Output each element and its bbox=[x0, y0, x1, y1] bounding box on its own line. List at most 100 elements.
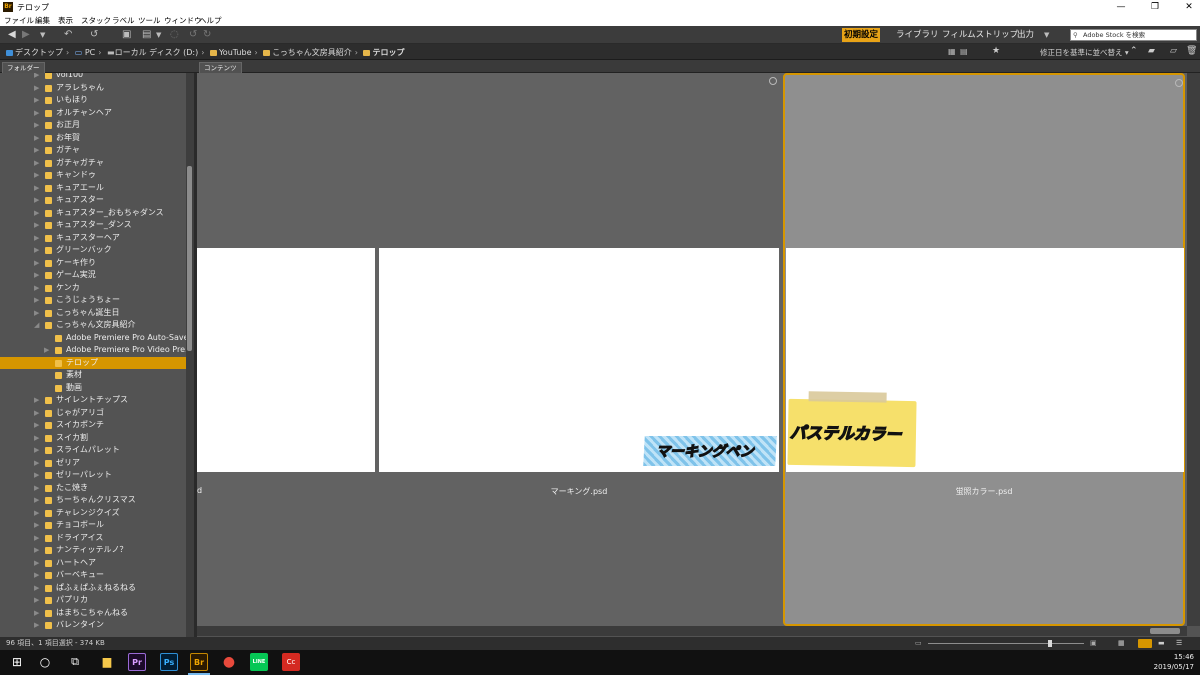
chrome-icon[interactable]: ● bbox=[220, 653, 238, 671]
file-explorer-icon[interactable]: ▆ bbox=[98, 653, 116, 671]
content-horizontal-scrollbar[interactable] bbox=[197, 626, 1187, 636]
folder-tree-item[interactable]: ▶ ナンティッテルノ？ bbox=[0, 544, 186, 556]
folder-tree-item[interactable]: ▶ ゼリア bbox=[0, 457, 186, 469]
folder-tree-item[interactable]: ▶ キュアエール bbox=[0, 182, 186, 194]
expand-arrow-icon[interactable]: ▶ bbox=[34, 407, 39, 419]
folder-tree-item[interactable]: ▶ キュアスター_おもちゃダンス bbox=[0, 207, 186, 219]
expand-arrow-icon[interactable]: ▶ bbox=[34, 182, 39, 194]
folder-tree-item[interactable]: ▶ たこ焼き bbox=[0, 482, 186, 494]
rotate-right-icon[interactable]: ↻ bbox=[203, 29, 211, 41]
breadcrumb-kocchan[interactable]: こっちゃん文房具紹介 bbox=[272, 48, 351, 57]
bridge-icon[interactable]: Br bbox=[190, 653, 208, 671]
expand-arrow-icon[interactable]: ▶ bbox=[34, 432, 39, 444]
workspace-essentials[interactable]: 初期設定 bbox=[842, 28, 881, 42]
folders-scrollbar[interactable] bbox=[186, 73, 194, 637]
expand-arrow-icon[interactable]: ▶ bbox=[34, 232, 39, 244]
expand-arrow-icon[interactable]: ▶ bbox=[34, 394, 39, 406]
expand-arrow-icon[interactable]: ▶ bbox=[34, 469, 39, 481]
thumbnail[interactable]: パステルカラー bbox=[786, 248, 1184, 472]
expand-arrow-icon[interactable]: ▶ bbox=[34, 132, 39, 144]
content-item-2[interactable]: マーキングペン マーキング.psd bbox=[379, 73, 779, 626]
folder-tree-item[interactable]: ▶ チョコボール bbox=[0, 519, 186, 531]
expand-arrow-icon[interactable]: ▶ bbox=[34, 269, 39, 281]
expand-arrow-icon[interactable]: ▶ bbox=[34, 257, 39, 269]
expand-arrow-icon[interactable]: ▶ bbox=[34, 507, 39, 519]
view-thumbnails-button[interactable] bbox=[1138, 639, 1152, 648]
expand-arrow-icon[interactable]: ▶ bbox=[34, 294, 39, 306]
workspace-filmstrip[interactable]: フィルムストリップ bbox=[940, 28, 1020, 42]
folder-tree-item[interactable]: ▶ お正月 bbox=[0, 119, 186, 131]
folder-tree-item[interactable]: ▶ ガチャ bbox=[0, 144, 186, 156]
workspace-dropdown-icon[interactable]: ▼ bbox=[1044, 29, 1049, 41]
expand-arrow-icon[interactable]: ▶ bbox=[34, 144, 39, 156]
return-to-app-icon[interactable]: ↶ bbox=[64, 29, 72, 41]
trash-icon[interactable]: 🗑 bbox=[1186, 46, 1197, 56]
folder-tree-item[interactable]: ▶ ゼリーパレット bbox=[0, 469, 186, 481]
folder-tree-item[interactable]: ▶ いもほり bbox=[0, 94, 186, 106]
expand-arrow-icon[interactable]: ▶ bbox=[34, 557, 39, 569]
menu-file[interactable]: ファイル bbox=[4, 15, 34, 26]
thumbnail-size-slider-knob[interactable] bbox=[1047, 640, 1052, 647]
zoom-in-icon[interactable]: ▣ bbox=[1090, 637, 1097, 650]
folder-tree-item[interactable]: ▶ はまちこちゃんねる bbox=[0, 607, 186, 619]
expand-arrow-icon[interactable]: ▶ bbox=[34, 73, 39, 81]
folder-tree-item[interactable]: ▶ アラレちゃん bbox=[0, 82, 186, 94]
expand-arrow-icon[interactable]: ▶ bbox=[34, 494, 39, 506]
workspace-libraries[interactable]: ライブラリ bbox=[894, 28, 941, 42]
expand-arrow-icon[interactable]: ▶ bbox=[34, 544, 39, 556]
folder-tree-item[interactable]: ▶ オルチャンヘア bbox=[0, 107, 186, 119]
folder-tree-item[interactable]: ▶ サイレントチップス bbox=[0, 394, 186, 406]
folder-tree-item[interactable]: テロップ bbox=[0, 356, 186, 369]
folder-tree-item[interactable]: ▶ キュアスターヘア bbox=[0, 232, 186, 244]
expand-arrow-icon[interactable]: ▶ bbox=[34, 519, 39, 531]
close-button[interactable]: ✕ bbox=[1180, 1, 1198, 13]
folder-tree-item[interactable]: ◢ こっちゃん文房具紹介 bbox=[0, 319, 186, 331]
expand-arrow-icon[interactable]: ▶ bbox=[34, 82, 39, 94]
folder-tree-item[interactable]: ▶ ケーキ作り bbox=[0, 257, 186, 269]
search-circle-icon[interactable]: ○ bbox=[36, 653, 54, 671]
creative-cloud-icon[interactable]: Cc bbox=[282, 653, 300, 671]
folder-tree-item[interactable]: ▶ キュアスター_ダンス bbox=[0, 219, 186, 231]
folder-tree-item[interactable]: 素材 bbox=[0, 369, 186, 381]
horizontal-scrollbar-thumb[interactable] bbox=[1150, 628, 1180, 634]
expand-arrow-icon[interactable]: ▶ bbox=[34, 219, 39, 231]
folder-tree-item[interactable]: ▶ Adobe Premiere Pro Video Pre... bbox=[0, 344, 186, 356]
refine-dropdown-icon[interactable]: ▼ bbox=[156, 29, 161, 41]
folder-tree-item[interactable]: ▶ vol100 bbox=[0, 73, 186, 81]
menu-help[interactable]: ヘルプ bbox=[199, 15, 222, 26]
menu-window[interactable]: ウィンドウ bbox=[164, 15, 202, 26]
workspace-output[interactable]: 出力 bbox=[1015, 28, 1036, 42]
expand-arrow-icon[interactable]: ▶ bbox=[34, 194, 39, 206]
expand-arrow-icon[interactable]: ▶ bbox=[34, 244, 39, 256]
expand-arrow-icon[interactable]: ▶ bbox=[34, 582, 39, 594]
line-app-icon[interactable]: LINE bbox=[250, 653, 268, 671]
back-arrow-icon[interactable]: ◀ bbox=[8, 29, 16, 41]
rotate-left-icon[interactable]: ↺ bbox=[189, 29, 197, 41]
folder-tree-item[interactable]: ▶ バーベキュー bbox=[0, 569, 186, 581]
expand-arrow-icon[interactable]: ▶ bbox=[34, 307, 39, 319]
sort-order-icon[interactable]: ⌃ bbox=[1130, 46, 1138, 56]
folder-tree-item[interactable]: ▶ キュアスター bbox=[0, 194, 186, 206]
expand-arrow-icon[interactable]: ▶ bbox=[34, 282, 39, 294]
premiere-pro-icon[interactable]: Pr bbox=[128, 653, 146, 671]
thumbnail[interactable] bbox=[197, 248, 375, 472]
expand-arrow-icon[interactable]: ▶ bbox=[34, 482, 39, 494]
menu-view[interactable]: 表示 bbox=[58, 15, 73, 26]
system-clock[interactable]: 15:46 2019/05/17 bbox=[1154, 652, 1194, 672]
expand-arrow-icon[interactable]: ▶ bbox=[34, 444, 39, 456]
open-recent-folder-icon[interactable]: ▰ bbox=[1148, 46, 1155, 56]
expand-arrow-icon[interactable]: ▶ bbox=[34, 619, 39, 631]
content-vertical-scrollbar[interactable] bbox=[1187, 73, 1200, 626]
folder-tree-item[interactable]: ▶ グリーンバック bbox=[0, 244, 186, 256]
reveal-recent-icon[interactable]: ↺ bbox=[90, 29, 98, 41]
photoshop-icon[interactable]: Ps bbox=[160, 653, 178, 671]
expand-arrow-icon[interactable]: ▶ bbox=[34, 119, 39, 131]
expand-arrow-icon[interactable]: ▶ bbox=[34, 607, 39, 619]
menu-label[interactable]: ラベル bbox=[112, 15, 135, 26]
view-grid-icon[interactable]: ▦ bbox=[948, 47, 956, 56]
expand-arrow-icon[interactable]: ▶ bbox=[34, 207, 39, 219]
folder-tree-item[interactable]: ▶ バレンタイン bbox=[0, 619, 186, 631]
folder-tree-item[interactable]: ▶ ガチャガチャ bbox=[0, 157, 186, 169]
view-details-icon[interactable]: ▬ bbox=[1158, 637, 1165, 650]
expand-arrow-icon[interactable]: ▶ bbox=[34, 419, 39, 431]
